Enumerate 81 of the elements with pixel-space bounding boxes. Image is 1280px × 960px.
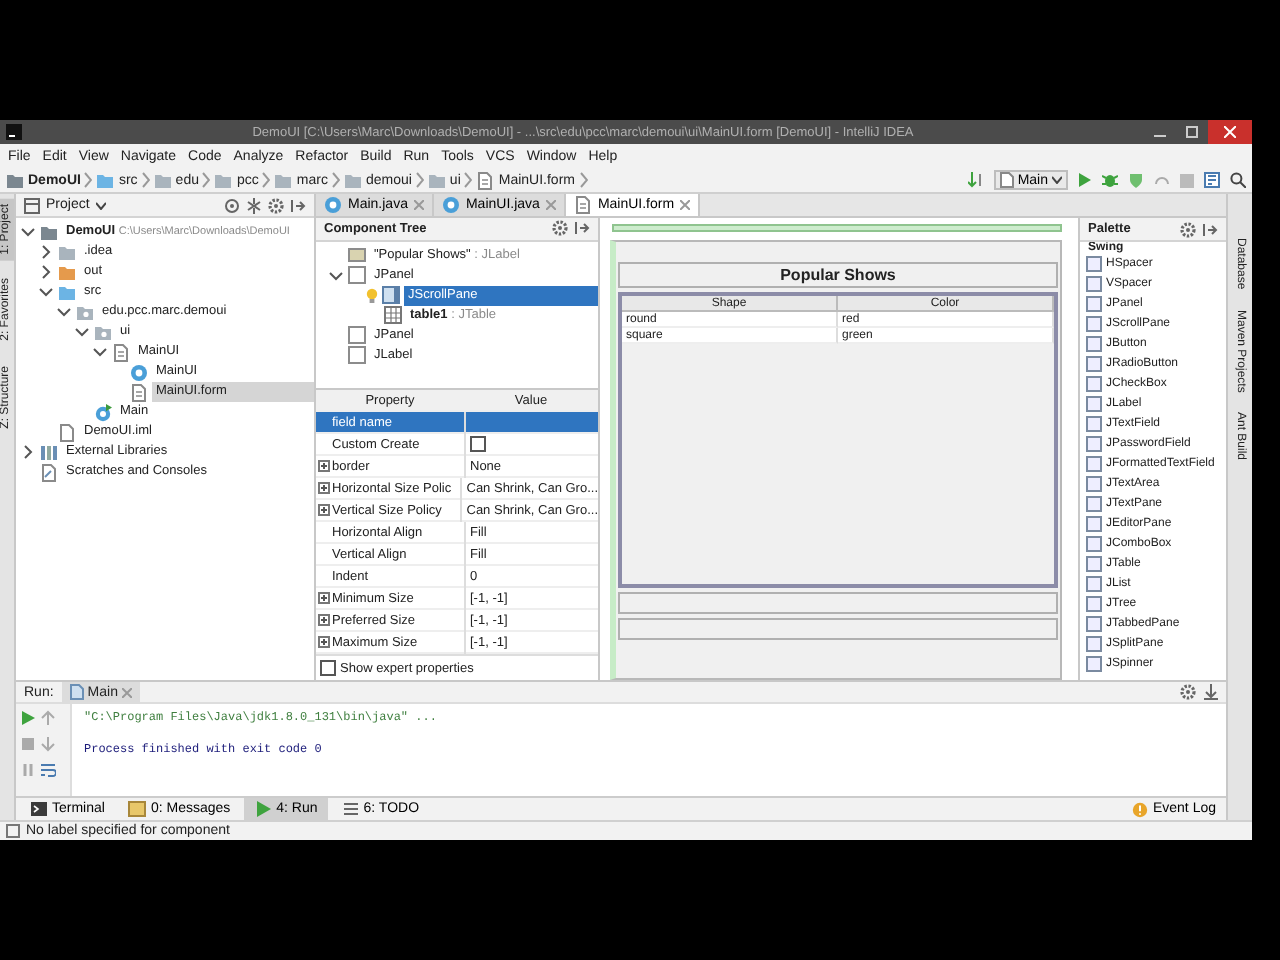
caret-icon [1052,176,1062,184]
class-icon [324,196,342,214]
message-icon [128,800,147,818]
chevron-right-icon[interactable] [38,244,54,260]
download-icon[interactable] [1204,684,1218,700]
label-icon [348,246,366,265]
chevron-right-icon [579,172,587,188]
file-icon [999,172,1014,188]
chevron-right-icon [202,172,211,188]
chevron-right-icon [415,172,424,188]
file-icon [69,684,84,700]
lightbulb-icon[interactable] [366,287,378,304]
class-icon [441,196,460,214]
hide-icon[interactable] [1202,221,1218,237]
package-icon [94,323,112,341]
window-icon[interactable] [6,824,20,838]
maximize-icon[interactable] [1186,126,1198,138]
settings-icon[interactable] [552,220,568,237]
sort-icon[interactable] [967,172,984,188]
chevron-right-icon[interactable] [38,264,54,280]
wrap-icon[interactable] [40,762,56,778]
chevron-down-icon[interactable] [38,284,54,300]
library-icon [40,443,58,461]
close-icon[interactable] [680,200,691,210]
scratch-icon [40,463,58,481]
panel-icon [348,266,366,285]
scroll-pane-icon [382,286,400,305]
app-icon [6,124,22,140]
play-icon[interactable] [1078,172,1092,188]
form-icon [112,343,130,361]
stop-icon [20,736,36,752]
bug-icon[interactable] [1102,172,1118,188]
expand-icon[interactable] [318,504,330,516]
alert-icon [1132,801,1149,817]
chevron-down-icon[interactable] [56,304,72,320]
settings-icon[interactable] [1180,221,1196,237]
project-structure-icon[interactable] [1204,172,1220,188]
expand-icon[interactable] [318,460,330,472]
chevron-right-icon[interactable] [20,444,36,460]
chevron-right-icon [84,172,93,188]
expand-icon[interactable] [318,592,330,604]
form-title: Popular Shows [618,262,1058,288]
arrow-up-icon [40,710,56,726]
chevron-down-icon[interactable] [92,344,108,360]
chevron-down-icon[interactable] [74,324,90,340]
project-icon [24,197,40,213]
target-icon[interactable] [224,197,240,213]
caret-icon[interactable] [95,201,106,209]
file-icon [58,423,76,441]
chevron-down-icon[interactable] [20,224,36,240]
table-icon [384,306,402,325]
gauge-icon [1154,172,1170,188]
form-icon [130,383,148,401]
form-icon [476,171,495,189]
package-icon [76,303,94,321]
arrow-down-icon [40,736,56,752]
chevron-right-icon [331,172,340,188]
terminal-icon [30,800,48,818]
chevron-right-icon [262,172,271,188]
pause-icon [20,762,36,778]
collapse-icon[interactable] [246,197,262,213]
expand-icon[interactable] [318,614,330,626]
class-icon [94,403,112,421]
settings-icon[interactable] [268,197,284,213]
class-icon [130,363,148,381]
expand-icon[interactable] [318,636,330,648]
hide-icon[interactable] [574,220,590,237]
chevron-right-icon [141,172,150,188]
list-icon [341,800,360,818]
chevron-down-icon[interactable] [328,267,344,284]
form-icon [573,196,592,214]
close-button[interactable] [1208,120,1252,144]
chevron-right-icon [464,172,473,188]
checkbox[interactable] [470,435,486,452]
checkbox[interactable] [320,660,336,676]
settings-icon[interactable] [1180,684,1196,700]
expand-icon[interactable] [318,482,330,494]
hide-icon[interactable] [290,197,306,213]
stop-icon [1180,173,1194,187]
play-icon[interactable] [20,710,36,726]
search-icon[interactable] [1230,172,1246,188]
